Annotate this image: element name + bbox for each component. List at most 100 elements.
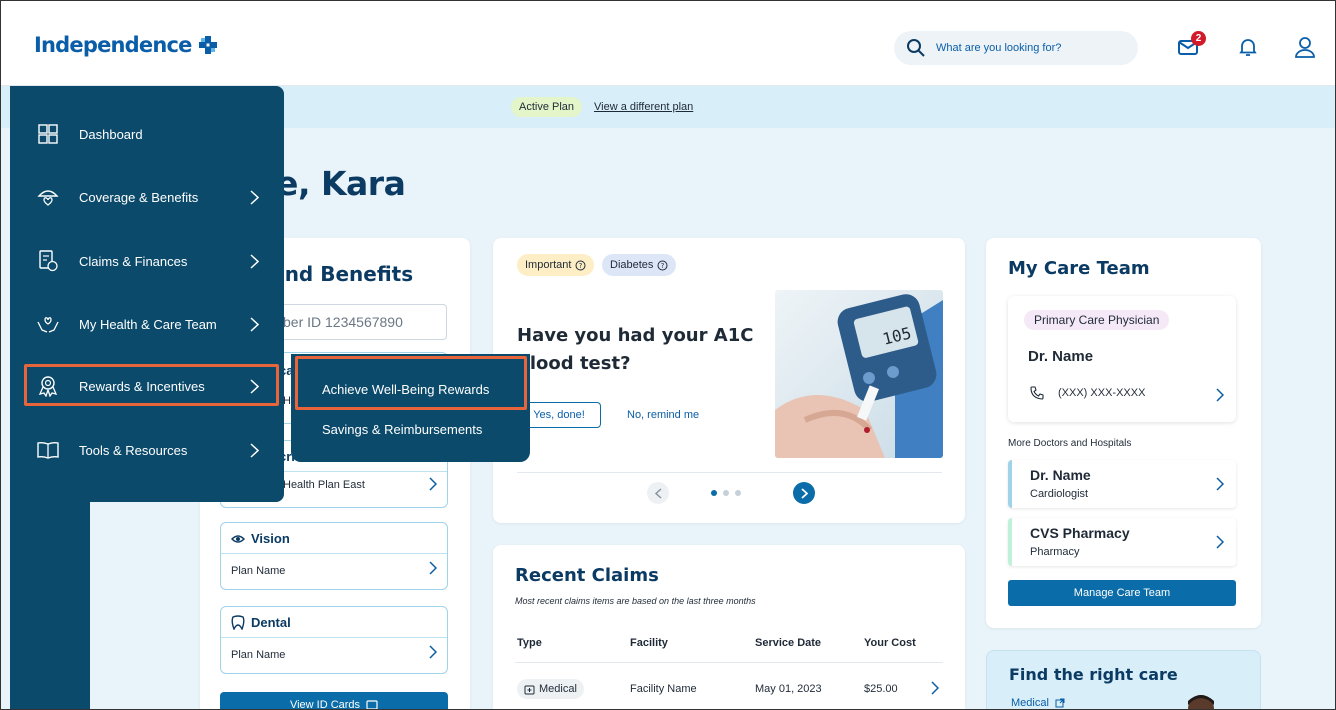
- divider: [221, 637, 447, 638]
- chevron-right-icon: [250, 316, 259, 332]
- tag-important: Important ?: [517, 254, 595, 276]
- help-circle-icon[interactable]: ?: [657, 260, 668, 271]
- a1c-question: Have you had your A1C blood test?: [517, 325, 754, 374]
- search-bar[interactable]: What are you looking for?: [894, 31, 1138, 65]
- submenu-item-savings-reimbursements[interactable]: Savings & Reimbursements: [322, 422, 482, 437]
- medical-kit-icon: [524, 685, 535, 694]
- pcp-phone[interactable]: (XXX) XXX-XXXX: [1030, 386, 1145, 400]
- sidebar-item-dashboard[interactable]: Dashboard: [10, 106, 284, 162]
- person-illustration: [1188, 695, 1214, 710]
- remind-me-link[interactable]: No, remind me: [627, 409, 699, 421]
- pharmacy-type: Pharmacy: [1030, 546, 1080, 558]
- divider: [515, 662, 943, 663]
- find-care-card: Find the right care Medical: [986, 650, 1261, 710]
- tag-important-label: Important: [525, 259, 572, 271]
- carousel-dot[interactable]: [735, 490, 741, 496]
- chevron-right-icon: [429, 561, 437, 575]
- recent-claims-card: Recent Claims Most recent claims items a…: [493, 545, 965, 710]
- carousel-dot[interactable]: [723, 490, 729, 496]
- sidebar-item-label: Coverage & Benefits: [79, 189, 199, 205]
- glucose-test-photo: 105: [775, 290, 943, 458]
- search-icon: [907, 39, 925, 57]
- sidebar-item-label: Tools & Resources: [79, 442, 188, 458]
- dashboard-grid-icon: [36, 122, 60, 146]
- carousel-dot-active[interactable]: [711, 490, 717, 496]
- sidebar-item-claims[interactable]: Claims & Finances: [10, 233, 284, 289]
- logo[interactable]: Independence: [34, 33, 218, 57]
- column-header-your-cost: Your Cost: [864, 637, 916, 649]
- chevron-right-icon: [429, 477, 437, 491]
- logo-text: Independence: [34, 33, 192, 57]
- id-card-icon: [366, 700, 378, 710]
- dental-header: Dental: [231, 615, 291, 630]
- chevron-right-icon: [429, 645, 437, 659]
- claim-facility: Facility Name: [630, 683, 697, 695]
- chevron-right-icon: [1216, 388, 1224, 402]
- view-id-cards-button[interactable]: View ID Cards: [220, 692, 448, 710]
- sidebar-item-label: My Health & Care Team: [79, 316, 217, 332]
- care-team-card: My Care Team Primary Care Physician Dr. …: [986, 238, 1261, 628]
- a1c-reminder-card: Important ? Diabetes ? Have you had your…: [493, 238, 965, 523]
- tag-diabetes: Diabetes ?: [602, 254, 677, 276]
- doctor-card-cardiologist[interactable]: Dr. Name Cardiologist: [1008, 460, 1236, 508]
- view-different-plan-link[interactable]: View a different plan: [594, 101, 693, 113]
- active-plan-pill: Active Plan: [511, 97, 583, 117]
- accent-bar: [1008, 518, 1012, 566]
- claim-type: Medical: [539, 683, 577, 695]
- sidebar-item-coverage[interactable]: Coverage & Benefits: [10, 169, 284, 225]
- sidebar-item-tools[interactable]: Tools & Resources: [10, 422, 284, 478]
- rewards-highlight-box: [24, 364, 279, 406]
- carousel-next-button[interactable]: [793, 482, 815, 504]
- find-care-title: Find the right care: [1009, 665, 1178, 684]
- umbrella-heart-icon: [36, 185, 60, 209]
- vision-header: Vision: [231, 531, 290, 546]
- claim-cost: $25.00: [864, 683, 898, 695]
- dental-plan-box[interactable]: Dental Plan Name: [220, 606, 448, 674]
- dental-title: Dental: [251, 615, 291, 630]
- pcp-pill: Primary Care Physician: [1024, 310, 1170, 330]
- find-care-medical-link[interactable]: Medical: [1011, 697, 1065, 709]
- tooth-icon: [231, 615, 245, 630]
- messages-button[interactable]: 2: [1176, 31, 1206, 60]
- chevron-left-icon: [654, 487, 662, 499]
- search-input[interactable]: What are you looking for?: [936, 42, 1061, 54]
- divider: [221, 553, 447, 554]
- pharmacy-name: CVS Pharmacy: [1030, 525, 1130, 541]
- profile-button[interactable]: [1292, 34, 1318, 60]
- prescription-plan-name: Health Plan East: [283, 479, 365, 491]
- open-book-icon: [36, 438, 60, 462]
- eye-icon: [231, 534, 245, 543]
- more-doctors-label: More Doctors and Hospitals: [1008, 438, 1132, 449]
- mail-badge: 2: [1191, 31, 1206, 46]
- find-care-link-label: Medical: [1011, 697, 1049, 709]
- manage-care-team-button[interactable]: Manage Care Team: [1008, 580, 1236, 606]
- svg-text:?: ?: [661, 262, 665, 270]
- chevron-right-icon: [800, 487, 808, 499]
- doctor-name: Dr. Name: [1030, 467, 1091, 483]
- chevron-right-icon: [250, 442, 259, 458]
- column-header-facility: Facility: [630, 637, 668, 649]
- pharmacy-card[interactable]: CVS Pharmacy Pharmacy: [1008, 518, 1236, 566]
- divider: [517, 472, 942, 473]
- blue-cross-icon: [198, 36, 217, 54]
- sidebar-item-label: Dashboard: [79, 126, 143, 142]
- phone-icon: [1030, 386, 1044, 400]
- view-id-cards-label: View ID Cards: [289, 699, 361, 710]
- chevron-right-icon: [250, 189, 259, 205]
- claim-date: May 01, 2023: [755, 683, 822, 695]
- help-circle-icon[interactable]: ?: [575, 260, 586, 271]
- care-team-title: My Care Team: [1008, 258, 1150, 279]
- pcp-card[interactable]: Primary Care Physician Dr. Name (XXX) XX…: [1008, 296, 1236, 422]
- tag-diabetes-label: Diabetes: [610, 259, 654, 271]
- top-header: Independence What are you looking for? 2: [0, 0, 1336, 86]
- chevron-right-icon: [1216, 535, 1224, 549]
- chevron-right-icon: [1216, 477, 1224, 491]
- chevron-right-icon[interactable]: [931, 681, 939, 695]
- hands-heart-icon: [36, 312, 60, 336]
- carousel-prev-button[interactable]: [647, 482, 669, 504]
- notifications-button[interactable]: [1235, 34, 1261, 60]
- pcp-phone-number: (XXX) XXX-XXXX: [1058, 387, 1146, 399]
- submenu-highlight-box: [295, 356, 527, 410]
- vision-plan-box[interactable]: Vision Plan Name: [220, 522, 448, 590]
- sidebar-item-my-health[interactable]: My Health & Care Team: [10, 296, 284, 352]
